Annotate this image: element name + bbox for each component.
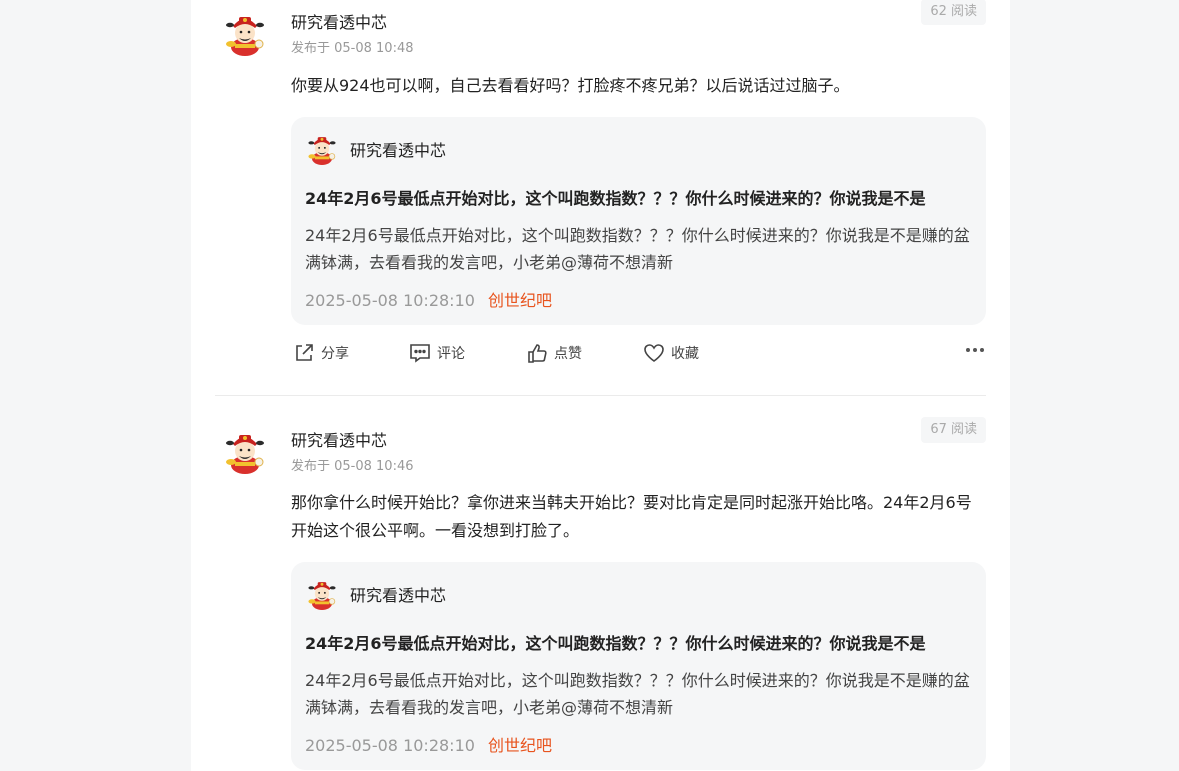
god-of-wealth-avatar-icon [305, 580, 339, 610]
quoted-post-author: 研究看透中芯 [350, 141, 447, 160]
more-icon[interactable] [966, 348, 984, 352]
feed-panel: 研究看透中芯 发布于 05-08 10:48 62 阅读 你要从924也可以啊，… [191, 0, 1010, 771]
post-text: 那你拿什么时候开始比？拿你进来当韩夫开始比？要对比肯定是同时起涨开始比咯。24年… [291, 493, 972, 540]
post-author[interactable]: 研究看透中芯 [291, 427, 387, 451]
comment-label: 评论 [437, 346, 465, 362]
post-action-bar: 分享 评论 点赞 收藏 [291, 342, 986, 366]
quoted-post-meta: 2025-05-08 10:28:10 创世纪吧 [305, 287, 552, 311]
share-label: 分享 [321, 346, 349, 362]
post-published-time: 发布于 05-08 10:48 [291, 41, 414, 56]
share-icon [296, 344, 313, 361]
post-author[interactable]: 研究看透中芯 [291, 9, 387, 33]
comment-icon [410, 344, 430, 363]
quoted-post-author: 研究看透中芯 [350, 586, 447, 605]
read-count-badge: 67 阅读 [921, 417, 986, 443]
favorite-label: 收藏 [671, 346, 699, 362]
share-button[interactable]: 分享 [293, 342, 349, 364]
god-of-wealth-avatar-icon [305, 135, 339, 165]
post-divider [215, 395, 986, 396]
god-of-wealth-avatar-icon[interactable] [225, 432, 265, 474]
favorite-button[interactable]: 收藏 [643, 342, 699, 364]
post-published-time: 发布于 05-08 10:46 [291, 459, 414, 474]
like-label: 点赞 [554, 346, 582, 362]
like-icon [528, 344, 547, 363]
quoted-post-date: 2025-05-08 10:28:10 [305, 291, 475, 310]
quoted-post-title: 24年2月6号最低点开始对比，这个叫跑数指数？？？你什么时候进来的？你说我是不是 [305, 189, 926, 208]
quoted-post-card[interactable]: 研究看透中芯 24年2月6号最低点开始对比，这个叫跑数指数？？？你什么时候进来的… [291, 562, 986, 770]
quoted-post-title: 24年2月6号最低点开始对比，这个叫跑数指数？？？你什么时候进来的？你说我是不是 [305, 634, 926, 653]
read-count-badge: 62 阅读 [921, 0, 986, 25]
quoted-post-meta: 2025-05-08 10:28:10 创世纪吧 [305, 732, 552, 756]
quoted-post-body: 24年2月6号最低点开始对比，这个叫跑数指数？？？你什么时候进来的？你说我是不是… [305, 671, 970, 717]
comment-button[interactable]: 评论 [409, 342, 465, 364]
quoted-post-forum-tag[interactable]: 创世纪吧 [488, 291, 552, 310]
god-of-wealth-avatar-icon[interactable] [225, 14, 265, 56]
like-button[interactable]: 点赞 [526, 342, 582, 364]
heart-icon [644, 344, 664, 362]
post-text: 你要从924也可以啊，自己去看看好吗？打脸疼不疼兄弟？以后说话过过脑子。 [291, 76, 850, 95]
quoted-post-card[interactable]: 研究看透中芯 24年2月6号最低点开始对比，这个叫跑数指数？？？你什么时候进来的… [291, 117, 986, 325]
quoted-post-body: 24年2月6号最低点开始对比，这个叫跑数指数？？？你什么时候进来的？你说我是不是… [305, 226, 970, 272]
quoted-post-date: 2025-05-08 10:28:10 [305, 736, 475, 755]
quoted-post-forum-tag[interactable]: 创世纪吧 [488, 736, 552, 755]
